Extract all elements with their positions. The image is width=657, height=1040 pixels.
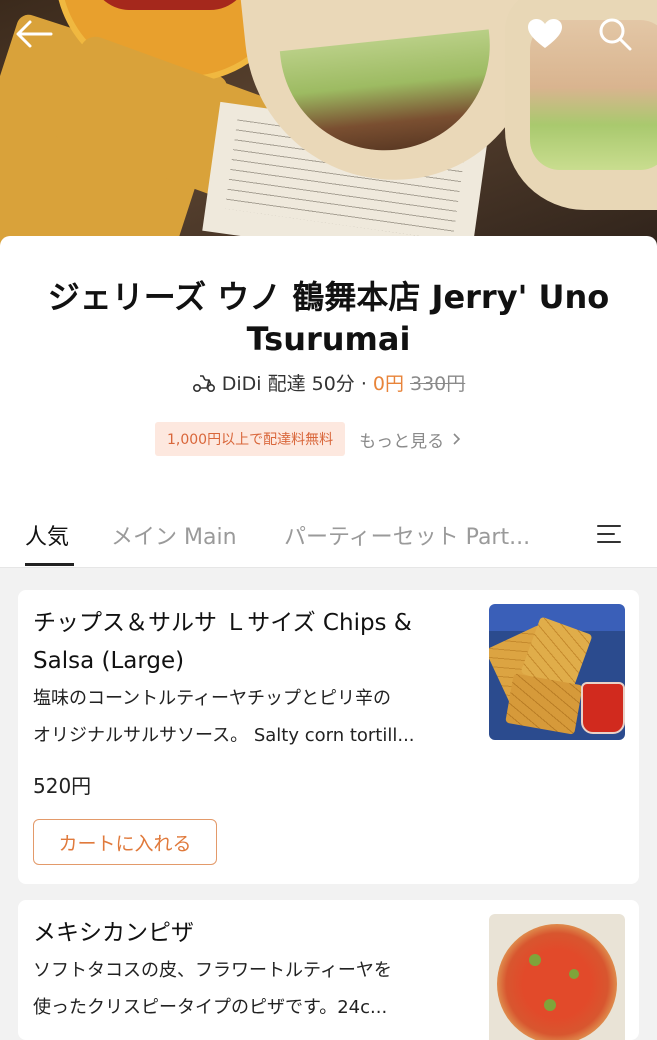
delivery-info: DiDi 配達 50分 · 0円 330円: [0, 369, 657, 396]
category-tabs: 人気 メイン Main パーティーセット Part...: [0, 505, 657, 568]
item-thumbnail[interactable]: [489, 604, 625, 740]
arrow-left-icon: [16, 20, 53, 48]
delivery-fee-original: 330円: [409, 373, 466, 395]
item-description-line: オリジナルサルサソース。 Salty corn tortill...: [33, 725, 415, 746]
back-button[interactable]: [14, 14, 54, 54]
heart-icon: [528, 19, 562, 48]
tab-popular[interactable]: 人気: [25, 519, 69, 551]
promo-badge: 1,000円以上で配達料無料: [155, 422, 346, 456]
tab-party-set[interactable]: パーティーセット Part...: [284, 519, 530, 551]
menu-icon: [597, 525, 621, 543]
search-icon: [599, 18, 632, 51]
pizza-graphic: [497, 924, 617, 1040]
favorite-button[interactable]: [525, 14, 565, 54]
active-tab-indicator: [25, 563, 74, 566]
item-description: ソフトタコスの皮、フラワートルティーヤを 使ったクリスピータイプのピザです。24…: [33, 952, 478, 1026]
item-title: メキシカンピザ: [33, 920, 194, 946]
topping-graphic: [544, 999, 556, 1011]
item-price: 520円: [33, 774, 92, 798]
item-title: チップス＆サルサ Ｌサイズ Chips & Salsa (Large): [33, 610, 412, 674]
store-name: ジェリーズ ウノ 鶴舞本店 Jerry' Uno Tsurumai: [47, 278, 610, 358]
topping-graphic: [569, 969, 579, 979]
scooter-icon: [192, 373, 216, 393]
item-description-line: 塩味のコーントルティーヤチップとピリ辛の: [33, 688, 392, 709]
search-button[interactable]: [595, 14, 635, 54]
salsa-cup-graphic: [581, 682, 625, 734]
more-link[interactable]: もっと見る: [359, 427, 461, 452]
tab-main[interactable]: メイン Main: [111, 519, 237, 551]
item-description: 塩味のコーントルティーヤチップとピリ辛の オリジナルサルサソース。 Salty …: [33, 680, 478, 754]
delivery-fee: 0円: [372, 373, 404, 395]
promo-row: 1,000円以上で配達料無料 もっと見る: [155, 422, 461, 456]
more-link-label: もっと見る: [359, 431, 445, 452]
delivery-label: DiDi 配達 50分 ·: [221, 373, 367, 395]
topping-graphic: [529, 954, 541, 966]
chevron-right-icon: [453, 433, 461, 445]
store-hero-image: [0, 0, 657, 260]
menu-item-card[interactable]: チップス＆サルサ Ｌサイズ Chips & Salsa (Large) 塩味のコ…: [18, 590, 639, 884]
add-to-cart-button[interactable]: カートに入れる: [33, 819, 217, 865]
item-description-line: 使ったクリスピータイプのピザです。24c...: [33, 997, 388, 1018]
chip-graphic: [505, 673, 583, 735]
item-thumbnail[interactable]: [489, 914, 625, 1040]
menu-item-card[interactable]: メキシカンピザ ソフトタコスの皮、フラワートルティーヤを 使ったクリスピータイプ…: [18, 900, 639, 1040]
item-description-line: ソフトタコスの皮、フラワートルティーヤを: [33, 960, 392, 981]
category-menu-button[interactable]: [596, 521, 622, 547]
